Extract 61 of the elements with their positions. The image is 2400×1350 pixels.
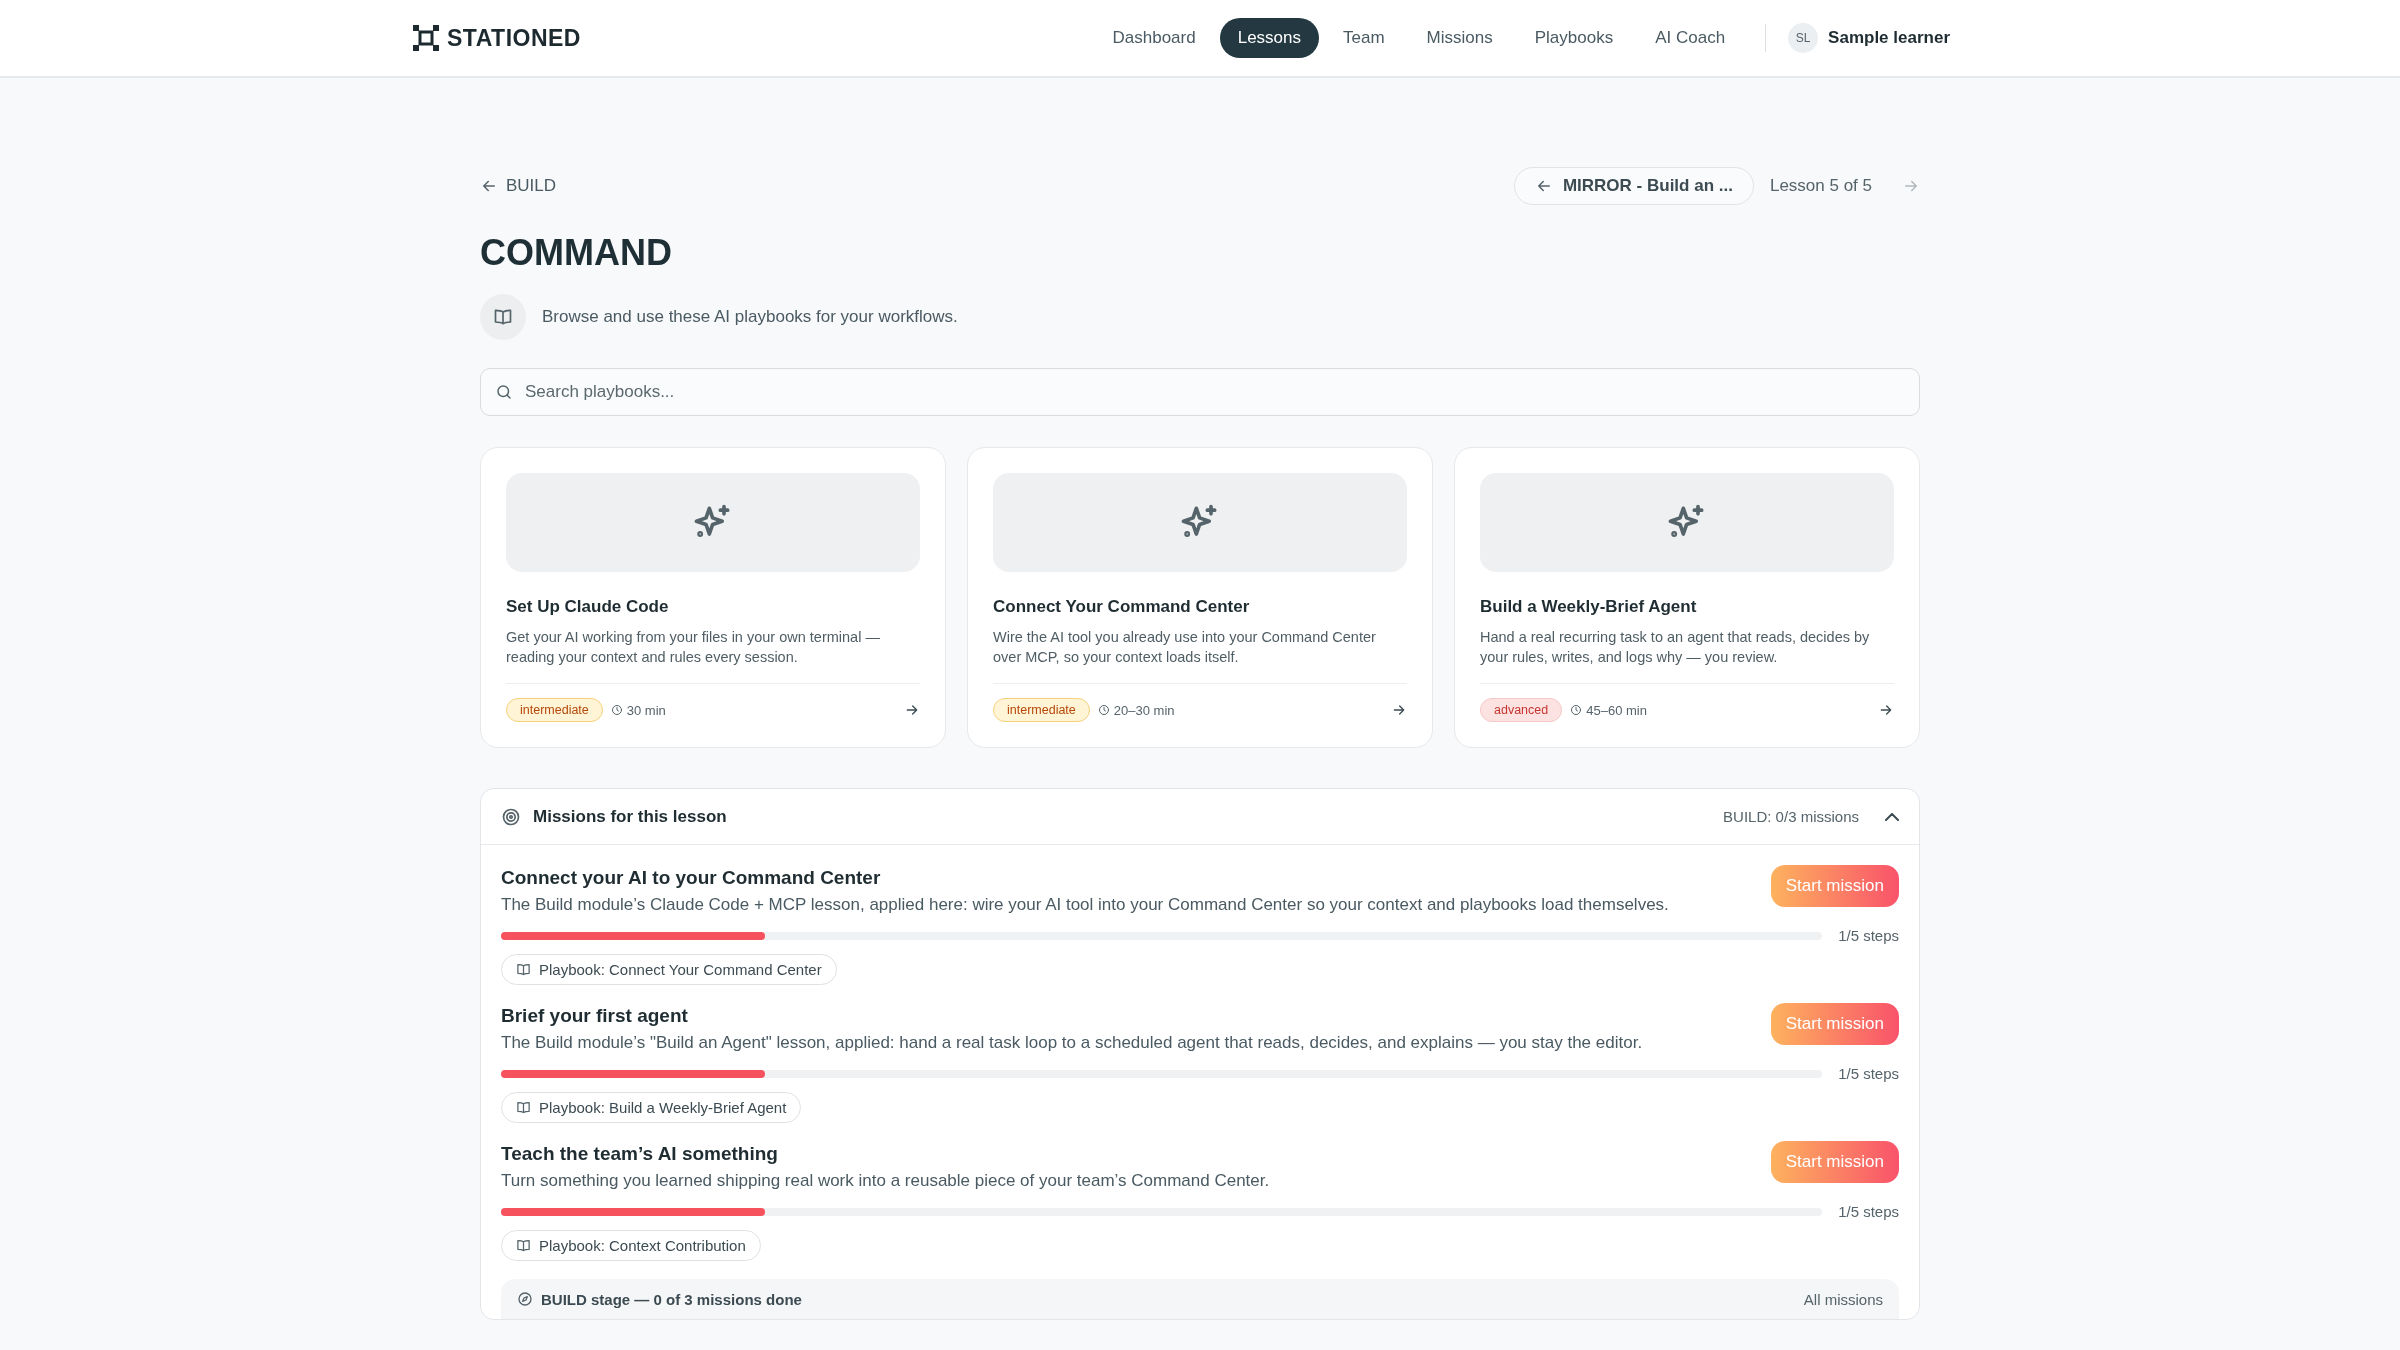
- search-field[interactable]: Search playbooks...: [480, 368, 1920, 416]
- target-icon: [501, 806, 521, 827]
- search-icon: [495, 383, 513, 401]
- nav-tab[interactable]: Team: [1325, 18, 1403, 58]
- card-description: Hand a real recurring task to an agent that reads, decides by your rules, writes, and logs why — you review.: [1480, 628, 1871, 667]
- difficulty-tag: intermediate: [506, 698, 603, 722]
- nav-tab[interactable]: AI Coach: [1637, 18, 1744, 58]
- nav-tab[interactable]: Playbooks: [1516, 18, 1632, 58]
- arrow-right-icon: [1391, 702, 1407, 718]
- card-description: Wire the AI tool you already use into your Command Center over MCP, so your context loads itself.: [993, 628, 1377, 667]
- playbook-link[interactable]: Playbook: Build a Weekly-Brief Agent: [501, 1092, 802, 1123]
- logo-icon: [413, 25, 439, 51]
- page-title: COMMAND: [480, 232, 673, 274]
- book-glyph-icon: [493, 307, 513, 327]
- playbook-link[interactable]: Playbook: Context Contribution: [501, 1230, 761, 1261]
- step-count: 1/5 steps: [1838, 927, 1899, 944]
- difficulty-tag: intermediate: [993, 698, 1090, 722]
- user-name[interactable]: Sample learner: [1828, 28, 1950, 48]
- mission-description: Turn something you learned shipping real work into a reusable piece of your team’s Command Center.: [501, 1171, 1271, 1191]
- mission-description: The Build module’s Claude Code + MCP lesson, applied here: wire your AI tool into your Command Center so your context and playbooks load themselves.: [501, 895, 1670, 915]
- user-avatar[interactable]: SL: [1788, 23, 1819, 53]
- mission-description: The Build module’s "Build an Agent" lesson, applied: hand a real task loop to a scheduled agent that reads, decides, and explains — you stay the editor.: [501, 1033, 1644, 1053]
- card-title: Connect Your Command Center: [993, 597, 1251, 617]
- clock-icon: [1097, 704, 1110, 716]
- clock-icon: [1570, 704, 1583, 716]
- back-link[interactable]: BUILD: [480, 176, 557, 196]
- playbook-card[interactable]: Set Up Claude Code Get your AI working from your files in your own terminal — reading your context and rules every session. intermediate 30 min: [480, 447, 946, 748]
- duration: 45–60 min: [1570, 702, 1647, 718]
- nav-tab[interactable]: Missions: [1408, 18, 1511, 58]
- duration: 20–30 min: [1097, 702, 1175, 718]
- book-icon: [516, 1100, 531, 1115]
- mission-title: Brief your first agent: [501, 1005, 689, 1027]
- clock-icon: [610, 704, 623, 716]
- mission-title: Connect your AI to your Command Center: [501, 867, 882, 889]
- mission-summary: BUILD: 0/3 missions: [1723, 808, 1859, 825]
- playbook-card[interactable]: Connect Your Command Center Wire the AI tool you already use into your Command Center over MCP, so your context loads itself. intermediate 20–30 min: [967, 447, 1433, 748]
- arrow-right-icon: [1878, 702, 1894, 718]
- playbook-link[interactable]: Playbook: Connect Your Command Center: [501, 954, 837, 985]
- chevron-icon: [1885, 812, 1899, 821]
- step-count: 1/5 steps: [1838, 1203, 1899, 1220]
- nav-tab[interactable]: Dashboard: [1094, 18, 1214, 58]
- previous-lesson-button[interactable]: MIRROR - Build an ...: [1513, 167, 1754, 205]
- all-missions-link[interactable]: All missions: [1803, 1290, 1883, 1308]
- intro-text: Browse and use these AI playbooks for your workflows.: [542, 307, 958, 327]
- lesson-position: Lesson 5 of 5: [1769, 176, 1872, 196]
- book-icon: [516, 1238, 531, 1253]
- step-count: 1/5 steps: [1838, 1065, 1899, 1082]
- difficulty-tag: advanced: [1480, 698, 1563, 722]
- card-title: Set Up Claude Code: [506, 597, 670, 617]
- compass-icon: [517, 1291, 533, 1307]
- playbook-card[interactable]: Build a Weekly-Brief Agent Hand a real recurring task to an agent that reads, decides by your rules, writes, and logs why — you review. advanced 45–60 min: [1454, 447, 1920, 748]
- panel-title: Missions for this lesson: [533, 806, 727, 827]
- duration: 30 min: [610, 702, 666, 718]
- mission-title: Teach the team’s AI something: [501, 1143, 779, 1165]
- book-icon: [516, 962, 531, 977]
- logo-text[interactable]: STATIONED: [447, 24, 581, 52]
- stage-status: BUILD stage — 0 of 3 missions done: [541, 1290, 802, 1308]
- arrow-right-icon: [904, 702, 920, 718]
- card-title: Build a Weekly-Brief Agent: [1480, 597, 1698, 617]
- card-description: Get your AI working from your files in your own terminal — reading your context and rules every session.: [506, 628, 881, 667]
- nav-tab[interactable]: Lessons: [1219, 18, 1319, 58]
